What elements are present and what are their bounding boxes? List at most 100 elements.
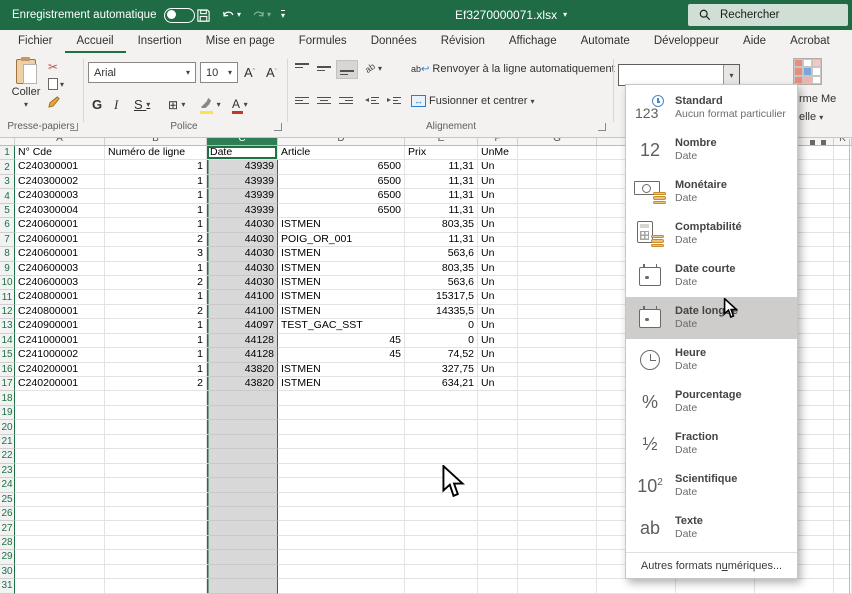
- cell-B3[interactable]: 1: [105, 175, 207, 189]
- cell-D15[interactable]: 45: [278, 348, 405, 362]
- cell-C16[interactable]: 43820: [207, 363, 278, 377]
- align-center-button[interactable]: [314, 92, 334, 109]
- cell-G7[interactable]: [518, 233, 597, 247]
- cell-F20[interactable]: [478, 420, 518, 434]
- cell-G28[interactable]: [518, 536, 597, 550]
- cell-E23[interactable]: [405, 464, 478, 478]
- save-button[interactable]: [196, 8, 211, 23]
- cell-E1[interactable]: Prix: [405, 146, 478, 160]
- cell-E29[interactable]: [405, 550, 478, 564]
- cell-C26[interactable]: [207, 507, 278, 521]
- row-header-8[interactable]: 8: [0, 247, 15, 261]
- cell-E19[interactable]: [405, 406, 478, 420]
- column-header-B[interactable]: B: [105, 138, 207, 145]
- row-header-18[interactable]: 18: [0, 391, 15, 405]
- cell-E15[interactable]: 74,52: [405, 348, 478, 362]
- format-menu-item-date-courte[interactable]: Date courteDate: [626, 255, 797, 297]
- cell-E16[interactable]: 327,75: [405, 363, 478, 377]
- cell-I31[interactable]: [676, 579, 755, 593]
- cell-F17[interactable]: Un: [478, 377, 518, 391]
- cell-B4[interactable]: 1: [105, 189, 207, 203]
- cell-G19[interactable]: [518, 406, 597, 420]
- cell-C3[interactable]: 43939: [207, 175, 278, 189]
- cell-E8[interactable]: 563,6: [405, 247, 478, 261]
- cell-A27[interactable]: [15, 521, 105, 535]
- cell-G30[interactable]: [518, 565, 597, 579]
- cell-D25[interactable]: [278, 493, 405, 507]
- cell-E27[interactable]: [405, 521, 478, 535]
- orientation-button[interactable]: ab▾: [362, 60, 385, 76]
- cell-F27[interactable]: [478, 521, 518, 535]
- row-header-20[interactable]: 20: [0, 420, 15, 434]
- cell-A12[interactable]: C240800001: [15, 305, 105, 319]
- cell-C27[interactable]: [207, 521, 278, 535]
- cell-F4[interactable]: Un: [478, 189, 518, 203]
- cell-D30[interactable]: [278, 565, 405, 579]
- font-dialog-launcher-icon[interactable]: [274, 123, 282, 131]
- tab-acrobat[interactable]: Acrobat: [778, 30, 842, 53]
- font-color-button[interactable]: A ▾: [232, 94, 248, 115]
- cell-E18[interactable]: [405, 391, 478, 405]
- cell-C29[interactable]: [207, 550, 278, 564]
- italic-button[interactable]: I: [114, 94, 118, 115]
- cell-B7[interactable]: 2: [105, 233, 207, 247]
- cell-B18[interactable]: [105, 391, 207, 405]
- cell-B11[interactable]: 1: [105, 290, 207, 304]
- cell-D9[interactable]: ISTMEN: [278, 262, 405, 276]
- cell-A29[interactable]: [15, 550, 105, 564]
- cell-E13[interactable]: 0: [405, 319, 478, 333]
- cell-B30[interactable]: [105, 565, 207, 579]
- cell-G17[interactable]: [518, 377, 597, 391]
- cell-F15[interactable]: Un: [478, 348, 518, 362]
- cell-G4[interactable]: [518, 189, 597, 203]
- cell-A8[interactable]: C240600001: [15, 247, 105, 261]
- cell-C20[interactable]: [207, 420, 278, 434]
- search-box[interactable]: Rechercher: [688, 4, 848, 26]
- cell-A10[interactable]: C240600003: [15, 276, 105, 290]
- align-middle-button[interactable]: [314, 60, 334, 77]
- cell-E20[interactable]: [405, 420, 478, 434]
- cell-D20[interactable]: [278, 420, 405, 434]
- cell-A6[interactable]: C240600001: [15, 218, 105, 232]
- format-menu-item-comptabilite[interactable]: ComptabilitéDate: [626, 213, 797, 255]
- cell-E7[interactable]: 11,31: [405, 233, 478, 247]
- column-header-D[interactable]: D: [278, 138, 405, 145]
- cell-G14[interactable]: [518, 334, 597, 348]
- cell-G24[interactable]: [518, 478, 597, 492]
- format-menu-item-scientifique[interactable]: 102ScientifiqueDate: [626, 465, 797, 507]
- cell-E10[interactable]: 563,6: [405, 276, 478, 290]
- cell-D16[interactable]: ISTMEN: [278, 363, 405, 377]
- row-header-12[interactable]: 12: [0, 305, 15, 319]
- cell-G21[interactable]: [518, 435, 597, 449]
- cell-B24[interactable]: [105, 478, 207, 492]
- cell-C12[interactable]: 44100: [207, 305, 278, 319]
- cell-G3[interactable]: [518, 175, 597, 189]
- decrease-indent-button[interactable]: [362, 92, 382, 109]
- cell-A7[interactable]: C240600001: [15, 233, 105, 247]
- cell-G27[interactable]: [518, 521, 597, 535]
- row-header-6[interactable]: 6: [0, 218, 15, 232]
- cell-E17[interactable]: 634,21: [405, 377, 478, 391]
- cell-E11[interactable]: 15317,5: [405, 290, 478, 304]
- cell-F24[interactable]: [478, 478, 518, 492]
- cell-C17[interactable]: 43820: [207, 377, 278, 391]
- cell-D26[interactable]: [278, 507, 405, 521]
- cell-C6[interactable]: 44030: [207, 218, 278, 232]
- cell-C28[interactable]: [207, 536, 278, 550]
- row-header-31[interactable]: 31: [0, 579, 15, 593]
- shrink-font-button[interactable]: Aˇ: [266, 62, 277, 83]
- align-right-button[interactable]: [336, 92, 356, 109]
- paste-button[interactable]: Coller ▾: [6, 59, 46, 117]
- format-menu-item-fraction[interactable]: ½FractionDate: [626, 423, 797, 465]
- tab-accueil[interactable]: Accueil: [65, 30, 126, 53]
- cell-C11[interactable]: 44100: [207, 290, 278, 304]
- conditional-formatting-icon[interactable]: [793, 58, 822, 85]
- cell-D11[interactable]: ISTMEN: [278, 290, 405, 304]
- cell-B2[interactable]: 1: [105, 160, 207, 174]
- cell-D3[interactable]: 6500: [278, 175, 405, 189]
- cell-A19[interactable]: [15, 406, 105, 420]
- align-left-button[interactable]: [292, 92, 312, 109]
- cell-C4[interactable]: 43939: [207, 189, 278, 203]
- row-header-13[interactable]: 13: [0, 319, 15, 333]
- cell-B15[interactable]: 1: [105, 348, 207, 362]
